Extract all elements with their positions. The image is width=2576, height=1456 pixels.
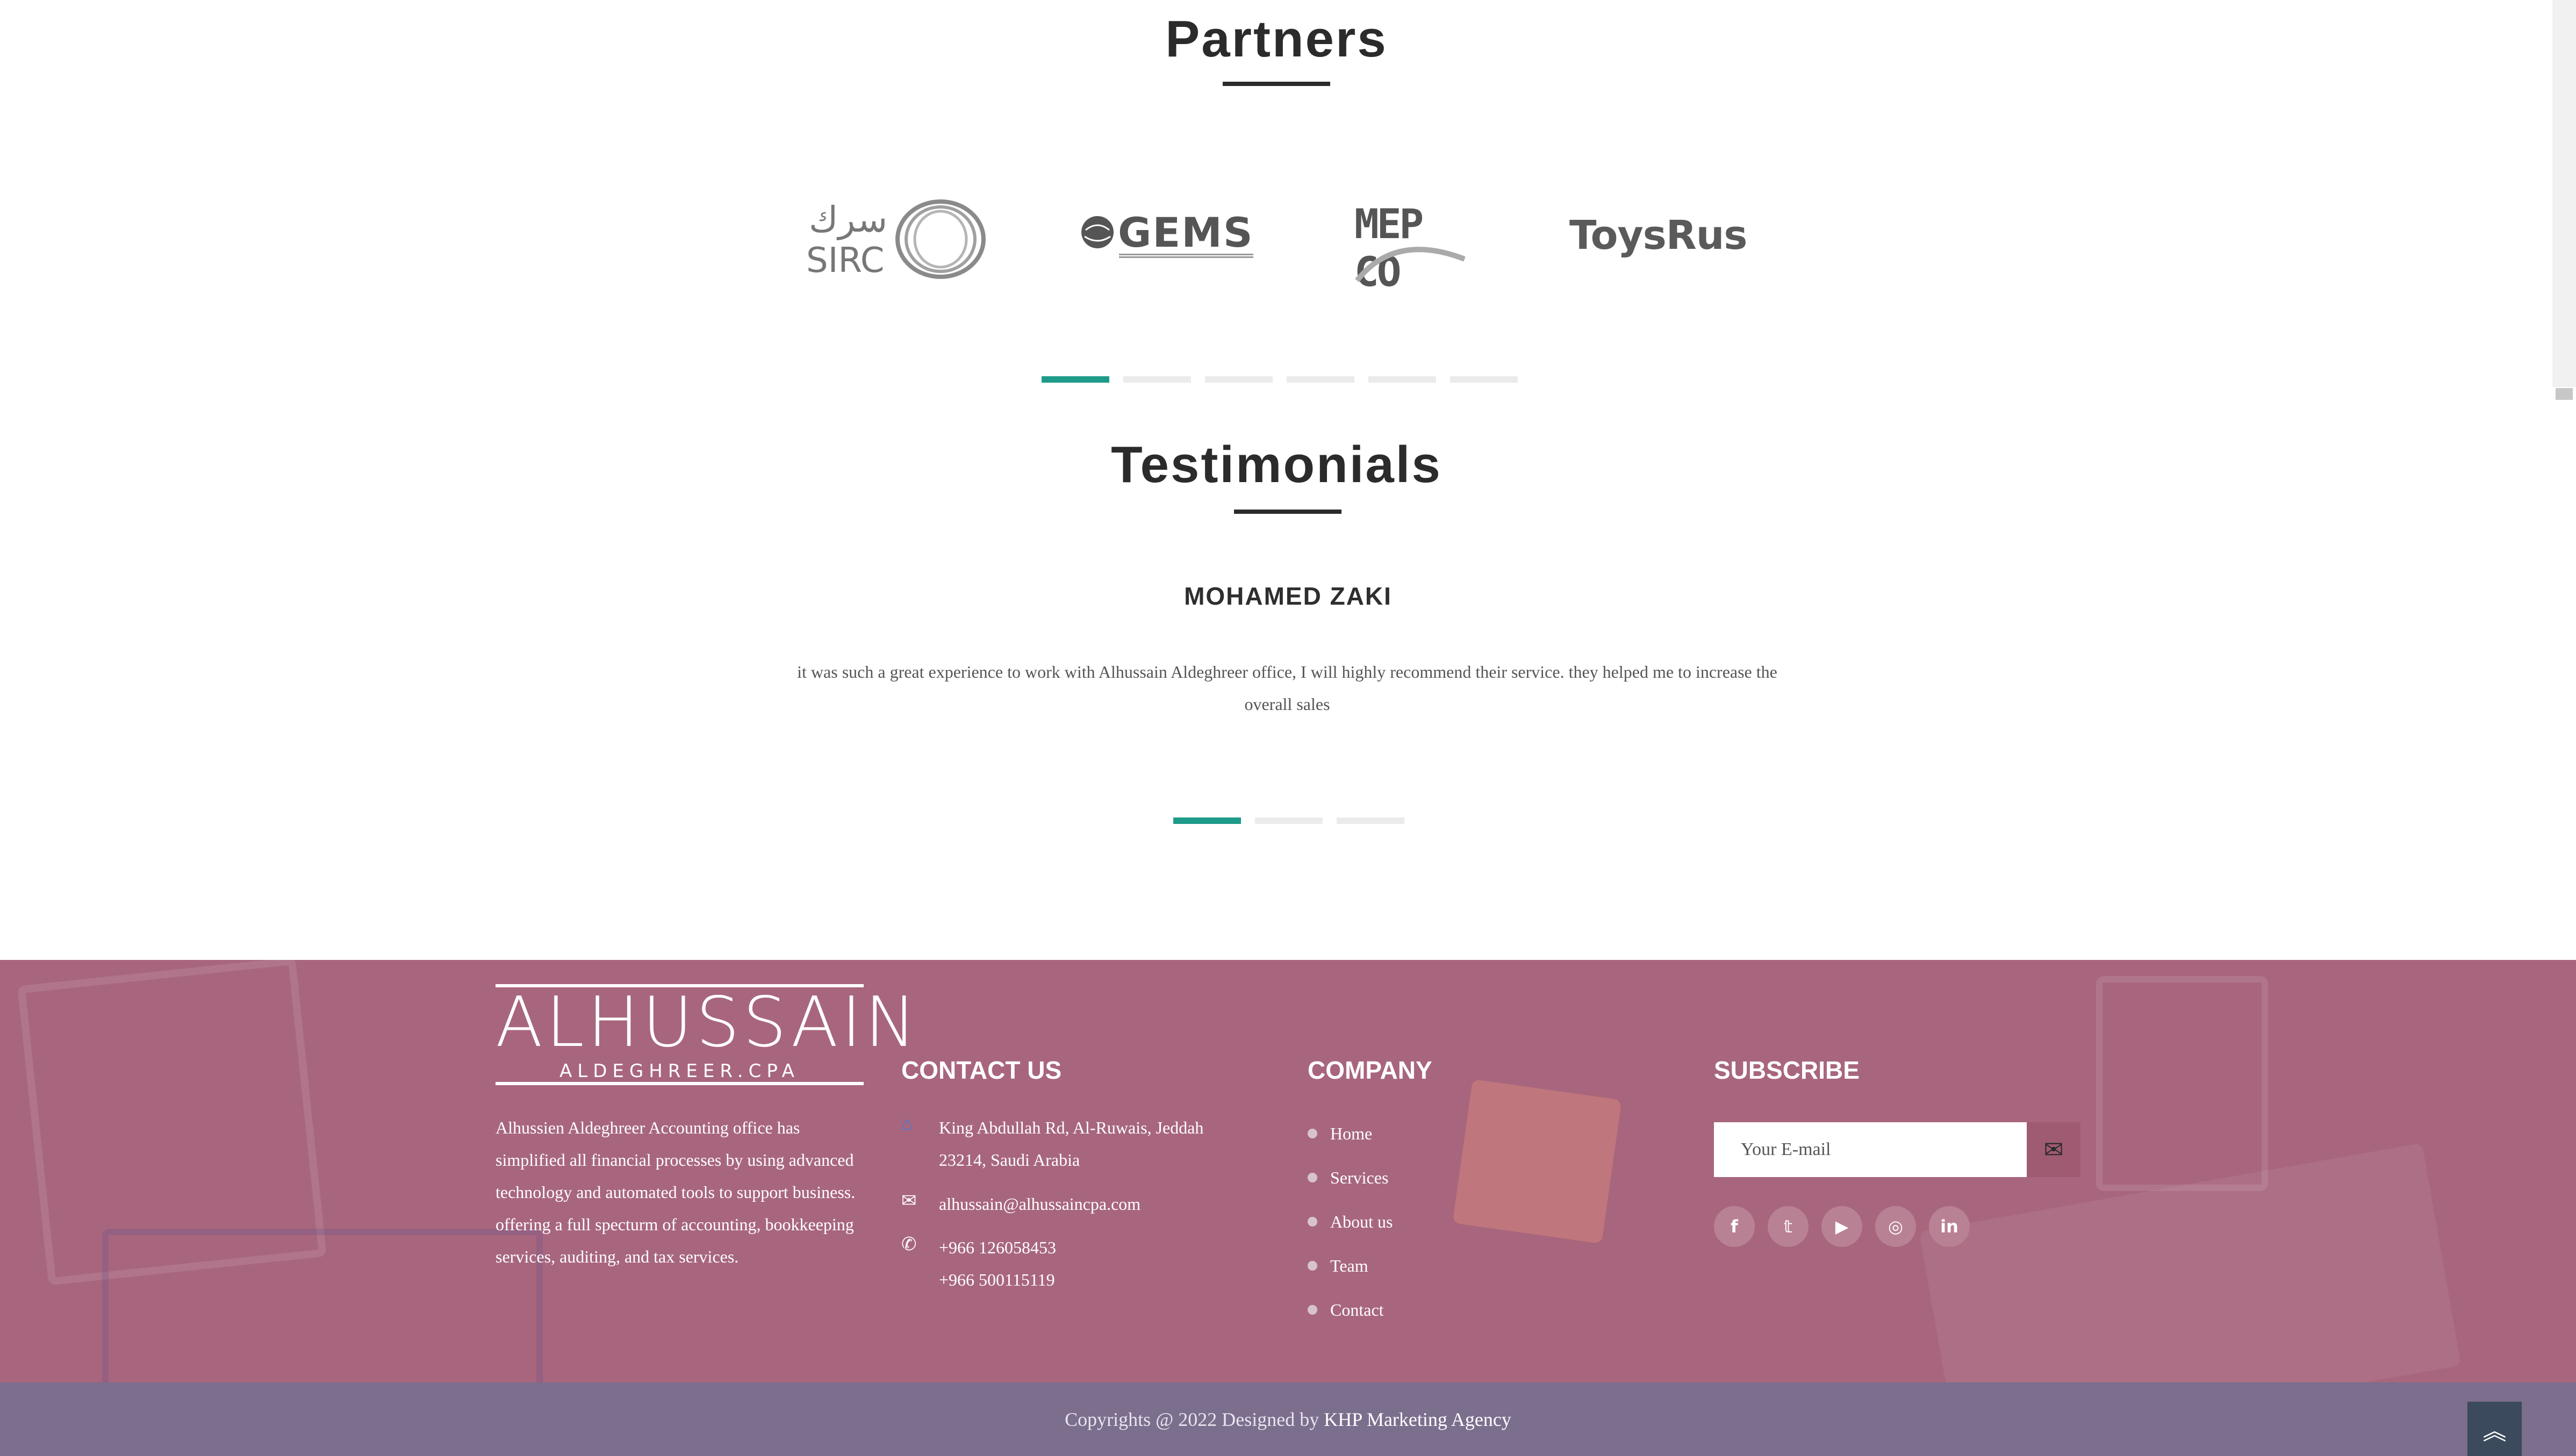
testimonial-text: it was such a great experience to work w…: [797, 662, 1777, 714]
instagram-icon[interactable]: ◎: [1875, 1206, 1916, 1247]
link-label[interactable]: Team: [1330, 1250, 1368, 1282]
contact-email[interactable]: ✉ alhussain@alhussaincpa.com: [901, 1188, 1140, 1220]
double-chevron-up-icon: ︽: [2482, 1418, 2507, 1445]
footer-link-team[interactable]: Team: [1308, 1244, 1393, 1288]
toysrus-logo: ToysRus: [1569, 212, 1747, 261]
carousel-dot[interactable]: [1173, 817, 1241, 824]
globe-icon: [1081, 216, 1114, 248]
facebook-icon[interactable]: f: [1714, 1206, 1755, 1247]
carousel-dot[interactable]: [1337, 817, 1404, 824]
footer-link-contact[interactable]: Contact: [1308, 1288, 1393, 1332]
footer-link-about[interactable]: About us: [1308, 1200, 1393, 1244]
scroll-to-top-button[interactable]: ︽: [2467, 1402, 2522, 1456]
sirc-arabic-text: سرك: [809, 199, 888, 240]
link-label[interactable]: Home: [1330, 1117, 1372, 1150]
copyright-prefix: Copyrights @ 2022 Designed by: [1065, 1409, 1324, 1430]
footer-background-shape: [102, 1229, 543, 1382]
sirc-logo: سرك SIRC: [803, 199, 989, 281]
agency-link[interactable]: KHP Marketing Agency: [1324, 1409, 1511, 1430]
address-text: King Abdullah Rd, Al-Ruwais, Jeddah 2321…: [939, 1118, 1204, 1170]
subscribe-button[interactable]: ✉: [2027, 1122, 2080, 1177]
contact-address: ⌂ King Abdullah Rd, Al-Ruwais, Jeddah 23…: [901, 1111, 1240, 1176]
testimonials-title: Testimonials: [1111, 436, 1442, 493]
mepco-logo: MEP CO: [1352, 200, 1475, 296]
bullet-icon: [1308, 1261, 1317, 1271]
site-footer: ALHUSSAIN ALDEGHREER.CPA Alhussien Aldeg…: [0, 960, 2576, 1382]
bullet-icon: [1308, 1129, 1317, 1138]
title-underline: [1234, 510, 1341, 514]
envelope-icon: ✉: [901, 1190, 917, 1211]
twitter-icon[interactable]: 𝕥: [1768, 1206, 1809, 1247]
carousel-dot[interactable]: [1123, 376, 1191, 383]
linkedin-icon[interactable]: in: [1929, 1206, 1970, 1247]
carousel-dot[interactable]: [1255, 817, 1323, 824]
bullet-icon: [1308, 1173, 1317, 1182]
sirc-rings-icon: [895, 199, 986, 279]
brand-subtitle: ALDEGHREER.CPA: [496, 1060, 864, 1085]
gems-logo: GEMS: [1080, 209, 1258, 262]
footer-about-text: Alhussien Aldeghreer Accounting office h…: [496, 1118, 856, 1266]
footer-background-shape: [2096, 976, 2268, 1191]
brand-name: ALHUSSAIN: [496, 982, 920, 1063]
bullet-icon: [1308, 1217, 1317, 1227]
gems-tagline-line: [1119, 254, 1253, 258]
carousel-dot[interactable]: [1042, 376, 1109, 383]
carousel-dot[interactable]: [1450, 376, 1518, 383]
subscribe-title: SUBSCRIBE: [1714, 1056, 1860, 1084]
phone-number[interactable]: +966 126058453: [939, 1231, 1056, 1264]
carousel-dot[interactable]: [1368, 376, 1436, 383]
phone-number[interactable]: +966 500115119: [939, 1264, 1056, 1296]
copyright-bar: Copyrights @ 2022 Designed by KHP Market…: [0, 1382, 2576, 1456]
company-title: COMPANY: [1308, 1056, 1432, 1084]
footer-link-home[interactable]: Home: [1308, 1111, 1393, 1156]
footer-background-shape: [1452, 1079, 1622, 1244]
phone-icon: ✆: [901, 1234, 917, 1254]
toysrus-text: ToysRus: [1569, 212, 1747, 259]
title-underline: [1223, 82, 1330, 86]
testimonials-carousel-dots: [1173, 817, 1404, 824]
link-label[interactable]: About us: [1330, 1206, 1393, 1238]
subscribe-email-input[interactable]: [1714, 1122, 2027, 1177]
company-links: Home Services About us Team Contact: [1308, 1111, 1393, 1332]
copyright-text: Copyrights @ 2022 Designed by KHP Market…: [0, 1408, 2576, 1431]
carousel-dot[interactable]: [1205, 376, 1273, 383]
page-scrollbar-thumb[interactable]: [2556, 388, 2573, 400]
bullet-icon: [1308, 1305, 1317, 1315]
email-text[interactable]: alhussain@alhussaincpa.com: [939, 1188, 1140, 1220]
footer-brand-logo[interactable]: ALHUSSAIN ALDEGHREER.CPA: [496, 982, 920, 1085]
link-label[interactable]: Contact: [1330, 1294, 1384, 1326]
mepco-swoosh-icon: [1355, 247, 1466, 283]
social-links: f 𝕥 ▶ ◎ in: [1714, 1206, 1970, 1247]
page-scrollbar-track[interactable]: [2552, 0, 2576, 387]
home-icon: ⌂: [901, 1114, 913, 1134]
gems-text: GEMS: [1118, 209, 1254, 256]
reviewer-name: MOHAMED ZAKI: [1184, 582, 1392, 610]
youtube-icon[interactable]: ▶: [1821, 1206, 1862, 1247]
partners-title: Partners: [1165, 10, 1388, 68]
footer-link-services[interactable]: Services: [1308, 1156, 1393, 1200]
carousel-dot[interactable]: [1287, 376, 1354, 383]
contact-title: CONTACT US: [901, 1056, 1062, 1084]
contact-phones: ✆ +966 126058453 +966 500115119: [901, 1231, 1056, 1296]
link-label[interactable]: Services: [1330, 1161, 1388, 1194]
partners-carousel-dots: [1042, 376, 1518, 383]
envelope-icon: ✉: [2043, 1136, 2064, 1163]
sirc-text: SIRC: [806, 241, 885, 281]
